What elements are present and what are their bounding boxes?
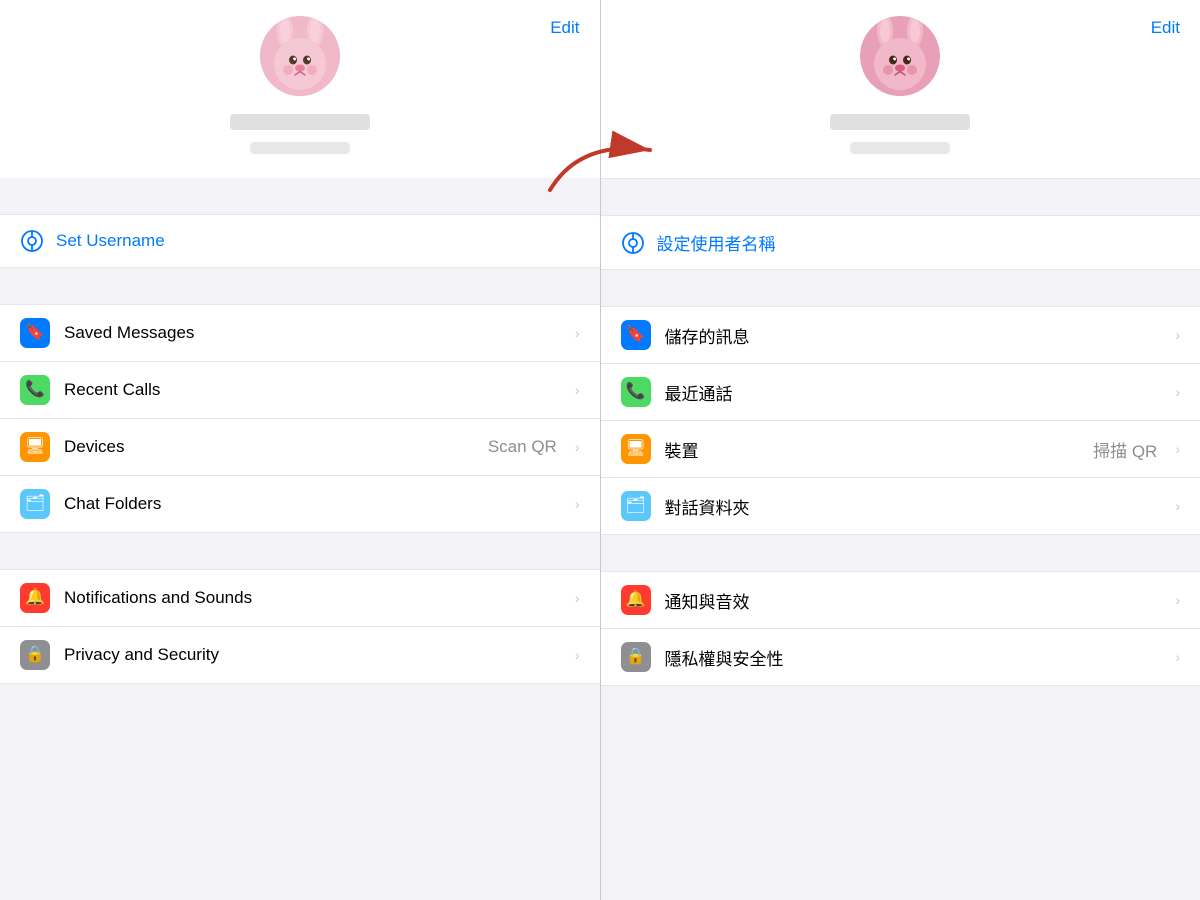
right-saved-messages-icon: 🔖 <box>621 320 651 350</box>
right-devices-scan-label: 掃描 QR <box>1093 437 1157 462</box>
left-recent-calls-item[interactable]: 📞 Recent Calls › <box>0 362 600 419</box>
right-notifications-label: 通知與音效 <box>665 588 1162 613</box>
right-devices-chevron: › <box>1175 441 1180 457</box>
right-recent-calls-item[interactable]: 📞 最近通話 › <box>601 364 1200 421</box>
chat-folders-chevron: › <box>575 496 580 512</box>
right-edit-button[interactable]: Edit <box>1151 18 1180 38</box>
devices-label: Devices <box>64 437 474 457</box>
saved-messages-icon: 🔖 <box>20 318 50 348</box>
left-settings-group-1: 🔖 Saved Messages › 📞 Recent Calls › 🖥 De… <box>0 304 600 533</box>
right-devices-label: 裝置 <box>665 437 1080 462</box>
right-profile-area: Edit <box>601 0 1200 178</box>
right-privacy-icon: 🔒 <box>621 642 651 672</box>
right-saved-messages-item[interactable]: 🔖 儲存的訊息 › <box>601 307 1200 364</box>
recent-calls-icon: 📞 <box>20 375 50 405</box>
left-gap-3 <box>0 533 600 569</box>
right-gap-2 <box>601 270 1200 306</box>
recent-calls-chevron: › <box>575 382 580 398</box>
chat-folders-label: Chat Folders <box>64 494 561 514</box>
right-privacy-chevron: › <box>1175 649 1180 665</box>
notifications-label: Notifications and Sounds <box>64 588 561 608</box>
recent-calls-label: Recent Calls <box>64 380 561 400</box>
left-devices-item[interactable]: 🖥 Devices Scan QR › <box>0 419 600 476</box>
right-avatar[interactable] <box>860 16 940 96</box>
right-name-bar <box>830 114 970 130</box>
left-profile-info <box>230 114 370 154</box>
left-panel: Edit <box>0 0 600 900</box>
right-recent-calls-chevron: › <box>1175 384 1180 400</box>
left-saved-messages-item[interactable]: 🔖 Saved Messages › <box>0 305 600 362</box>
notifications-icon: 🔔 <box>20 583 50 613</box>
right-chat-folders-label: 對話資料夾 <box>665 494 1162 519</box>
privacy-chevron: › <box>575 647 580 663</box>
left-sub-bar <box>250 142 350 154</box>
right-recent-calls-icon: 📞 <box>621 377 651 407</box>
right-notifications-icon: 🔔 <box>621 585 651 615</box>
saved-messages-chevron: › <box>575 325 580 341</box>
left-notifications-item[interactable]: 🔔 Notifications and Sounds › <box>0 570 600 627</box>
privacy-label: Privacy and Security <box>64 645 561 665</box>
right-panel: Edit <box>601 0 1200 900</box>
left-username-label: Set Username <box>56 231 165 251</box>
right-devices-icon: 🖥 <box>621 434 651 464</box>
right-recent-calls-label: 最近通話 <box>665 380 1162 405</box>
right-chat-folders-icon: 🗂 <box>621 491 651 521</box>
left-avatar[interactable] <box>260 16 340 96</box>
devices-icon: 🖥 <box>20 432 50 462</box>
left-chat-folders-item[interactable]: 🗂 Chat Folders › <box>0 476 600 532</box>
left-privacy-item[interactable]: 🔒 Privacy and Security › <box>0 627 600 683</box>
left-gap-2 <box>0 268 600 304</box>
right-settings-group-1: 🔖 儲存的訊息 › 📞 最近通話 › 🖥 裝置 掃描 QR › <box>601 306 1200 535</box>
right-username-row[interactable]: 設定使用者名稱 <box>601 215 1200 270</box>
right-devices-item[interactable]: 🖥 裝置 掃描 QR › <box>601 421 1200 478</box>
right-sub-bar <box>850 142 950 154</box>
left-edit-button[interactable]: Edit <box>550 18 579 38</box>
left-profile-area: Edit <box>0 0 600 178</box>
main-container: Edit <box>0 0 1200 900</box>
right-notifications-chevron: › <box>1175 592 1180 608</box>
privacy-icon: 🔒 <box>20 640 50 670</box>
right-notifications-item[interactable]: 🔔 通知與音效 › <box>601 572 1200 629</box>
devices-chevron: › <box>575 439 580 455</box>
left-settings-group-2: 🔔 Notifications and Sounds › 🔒 Privacy a… <box>0 569 600 684</box>
devices-scan-label: Scan QR <box>488 437 557 457</box>
right-gap-1 <box>601 179 1200 215</box>
left-name-bar <box>230 114 370 130</box>
left-gap-1 <box>0 178 600 214</box>
right-saved-messages-label: 儲存的訊息 <box>665 323 1162 348</box>
right-chat-folders-item[interactable]: 🗂 對話資料夾 › <box>601 478 1200 534</box>
right-privacy-item[interactable]: 🔒 隱私權與安全性 › <box>601 629 1200 685</box>
right-username-icon <box>621 231 645 255</box>
right-username-label: 設定使用者名稱 <box>657 230 776 255</box>
right-profiles-wrapper: Edit <box>601 0 1200 179</box>
right-privacy-label: 隱私權與安全性 <box>665 645 1162 670</box>
left-username-row[interactable]: Set Username <box>0 214 600 268</box>
left-username-icon <box>20 229 44 253</box>
right-saved-messages-chevron: › <box>1175 327 1180 343</box>
notifications-chevron: › <box>575 590 580 606</box>
chat-folders-icon: 🗂 <box>20 489 50 519</box>
right-settings-group-2: 🔔 通知與音效 › 🔒 隱私權與安全性 › <box>601 571 1200 686</box>
right-gap-3 <box>601 535 1200 571</box>
right-profile-info <box>830 114 970 154</box>
saved-messages-label: Saved Messages <box>64 323 561 343</box>
right-chat-folders-chevron: › <box>1175 498 1180 514</box>
